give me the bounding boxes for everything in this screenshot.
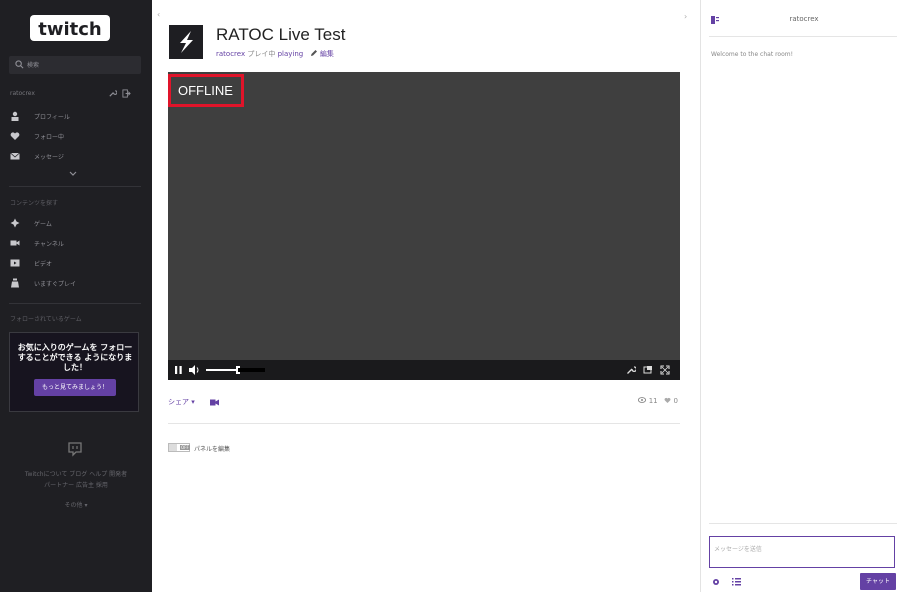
pause-icon[interactable] [175, 366, 182, 374]
fullscreen-icon[interactable] [660, 365, 670, 375]
games-icon [10, 218, 20, 228]
channel-subline: ratocrex プレイ中 playing 編集 [216, 49, 334, 59]
game-link[interactable]: playing [278, 50, 304, 58]
sidebar-item-channels[interactable]: チャンネル [10, 236, 142, 250]
viewer-count: 11 [648, 397, 658, 405]
volume-track[interactable] [238, 368, 265, 372]
sidebar-item-label: フォロー中 [34, 134, 65, 141]
footer-links-line2[interactable]: パートナー 広告主 採用 [10, 480, 142, 489]
sidebar-item-play-now[interactable]: いますぐプレイ [10, 276, 142, 290]
volume-icon[interactable] [189, 365, 201, 375]
toggle-state: OFF [180, 445, 190, 450]
video-icon [10, 259, 20, 267]
controller-icon [11, 278, 19, 288]
sidebar-item-label: ビデオ [34, 261, 53, 268]
divider [709, 36, 897, 37]
player-controls [168, 360, 680, 380]
channel-title: RATOC Live Test [216, 25, 346, 44]
chat-bubble-icon[interactable] [67, 441, 83, 457]
search-input[interactable]: 検索 [9, 56, 141, 74]
lightning-icon [180, 31, 193, 53]
logout-icon[interactable] [122, 89, 131, 98]
wrench-icon[interactable] [626, 365, 636, 375]
promo-button[interactable]: もっと見てみましょう！ [34, 379, 116, 396]
logo-text: twitch [38, 19, 102, 40]
sidebar-item-messages[interactable]: メッセージ [10, 149, 142, 163]
pencil-icon[interactable] [310, 49, 318, 57]
collapse-right-arrow[interactable]: › [684, 12, 687, 21]
chat-input[interactable]: メッセージを送信 [709, 536, 895, 568]
chat-welcome-message: Welcome to the chat room! [711, 51, 794, 58]
sidebar-item-label: ゲーム [34, 221, 52, 228]
chat-title: ratocrex [789, 15, 819, 23]
edit-link[interactable]: 編集 [320, 50, 334, 58]
playing-text: プレイ中 [247, 50, 276, 58]
sidebar-item-label: チャンネル [34, 241, 64, 248]
chat-send-button[interactable]: チャット [860, 573, 896, 590]
sidebar-username[interactable]: ratocrex [10, 90, 35, 97]
sidebar-item-videos[interactable]: ビデオ [10, 256, 142, 270]
chat-input-placeholder: メッセージを送信 [714, 546, 762, 553]
divider [9, 186, 141, 187]
search-icon [15, 60, 24, 69]
collapse-left-arrow[interactable]: ‹ [157, 10, 160, 19]
channel-avatar[interactable] [169, 25, 203, 59]
person-icon [11, 111, 19, 121]
sidebar-item-following[interactable]: フォロー中 [10, 129, 142, 143]
viewer-list-icon[interactable] [732, 577, 741, 586]
video-player[interactable]: OFFLINE [168, 72, 680, 380]
share-row: シェア ▾ 11 0 [168, 396, 680, 410]
divider [709, 523, 897, 524]
mail-icon [10, 152, 20, 160]
sidebar-item-profile[interactable]: プロフィール [10, 109, 142, 123]
share-dropdown[interactable]: シェア ▾ [168, 397, 195, 407]
panel-edit-label[interactable]: パネルを編集 [194, 444, 230, 453]
search-placeholder: 検索 [27, 62, 40, 69]
offline-text: OFFLINE [178, 83, 233, 98]
footer-more-link[interactable]: その他 ▾ [10, 500, 142, 509]
toggle-knob [169, 444, 177, 451]
heart-icon [10, 132, 20, 140]
left-sidebar: twitch 検索 ratocrex プロフィール フォロー中 メッセージ コン… [0, 0, 152, 592]
twitch-logo[interactable]: twitch [29, 11, 111, 45]
divider [9, 303, 141, 304]
follow-games-promo: お気に入りのゲームを フォローすることができる ようになりました！ もっと見てみ… [9, 332, 139, 412]
sidebar-item-games[interactable]: ゲーム [10, 216, 142, 230]
gear-icon[interactable] [712, 578, 720, 586]
sidebar-item-label: いますぐプレイ [34, 281, 77, 288]
user-row: ratocrex [10, 88, 142, 100]
heart-count: 0 [673, 397, 678, 405]
streamer-link[interactable]: ratocrex [216, 50, 245, 58]
wrench-icon[interactable] [108, 89, 117, 98]
sidebar-item-label: プロフィール [34, 114, 70, 121]
volume-level[interactable] [206, 369, 238, 371]
chat-panel: ratocrex Welcome to the chat room! メッセージ… [700, 0, 906, 592]
footer-links-line1[interactable]: Twitchについて ブログ ヘルプ 開発者 [10, 469, 142, 478]
sidebar-item-label: メッセージ [34, 154, 64, 161]
camera-icon[interactable] [210, 399, 219, 406]
browse-section-label: コンテンツを探す [10, 200, 59, 207]
divider [168, 423, 680, 424]
channel-stats: 11 0 [638, 397, 678, 405]
chevron-down-icon[interactable] [69, 171, 77, 177]
eye-icon [638, 397, 647, 403]
offline-badge: OFFLINE [168, 74, 244, 107]
popout-icon[interactable] [643, 365, 653, 375]
promo-text: お気に入りのゲームを フォローすることができる ようになりました！ [17, 343, 133, 372]
heart-icon [664, 397, 671, 403]
followed-games-label: フォローされているゲーム [10, 316, 82, 323]
camera-icon [10, 240, 20, 246]
panel-toggle[interactable]: OFF [168, 443, 190, 452]
